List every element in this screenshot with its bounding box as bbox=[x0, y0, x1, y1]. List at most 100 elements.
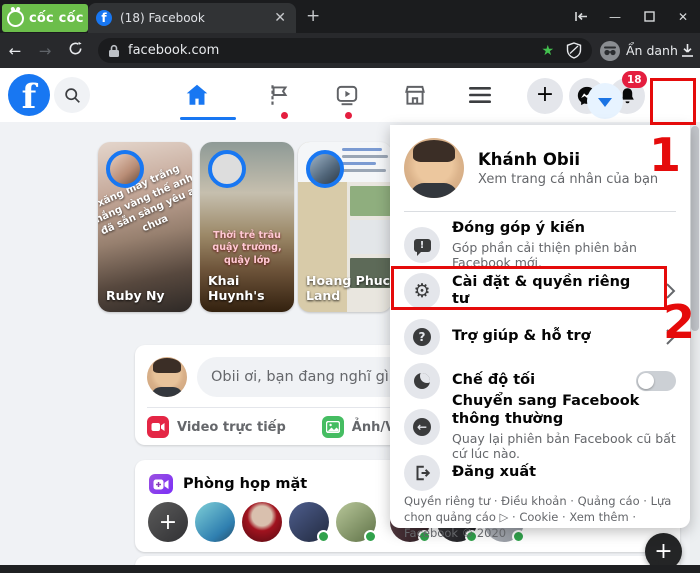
url-field[interactable]: facebook.com ★ bbox=[98, 38, 592, 63]
create-button[interactable]: + bbox=[527, 78, 563, 114]
account-menu-button[interactable] bbox=[587, 83, 623, 119]
story-photo-block bbox=[350, 220, 392, 254]
divider bbox=[404, 211, 676, 212]
annotation-number-2: 2 bbox=[663, 299, 695, 345]
browser-tab-facebook[interactable]: f (18) Facebook ✕ bbox=[88, 3, 296, 33]
menu-item-title: Chế độ tối bbox=[452, 372, 535, 389]
contact-avatar[interactable] bbox=[336, 502, 376, 542]
meeting-room-icon bbox=[149, 474, 173, 494]
facebook-header: f + 18 bbox=[0, 68, 700, 122]
plus-icon: + bbox=[654, 539, 672, 564]
watch-icon bbox=[334, 82, 360, 108]
menu-item-logout[interactable]: Đăng xuất bbox=[396, 453, 684, 493]
menu-item-switch-classic[interactable]: ← Chuyển sang Facebook thông thường Quay… bbox=[396, 403, 684, 451]
profile-subtitle: Xem trang cá nhân của bạn bbox=[478, 172, 658, 187]
nav-watch-tab[interactable] bbox=[319, 78, 375, 112]
menu-item-title: Đóng góp ý kiến bbox=[452, 220, 676, 237]
menu-item-title: Trợ giúp & hỗ trợ bbox=[452, 328, 591, 345]
reload-icon[interactable] bbox=[60, 41, 90, 60]
coc-coc-logo-icon bbox=[7, 10, 24, 27]
coc-coc-menu-button[interactable]: cốc cốc bbox=[2, 4, 88, 32]
plus-icon: + bbox=[536, 84, 554, 106]
bookmark-star-icon[interactable]: ★ bbox=[541, 43, 554, 59]
story-avatar bbox=[106, 150, 144, 188]
annotation-box-1 bbox=[650, 78, 696, 125]
incognito-button[interactable]: Ẩn danh bbox=[600, 38, 678, 63]
toggle-knob bbox=[638, 373, 654, 389]
browser-tab-bar: cốc cốc f (18) Facebook ✕ + — ✕ bbox=[0, 0, 700, 33]
adblock-shield-icon[interactable] bbox=[566, 42, 582, 59]
storefront-icon bbox=[402, 82, 428, 108]
nav-menu-tab[interactable] bbox=[452, 78, 508, 112]
new-tab-button[interactable]: + bbox=[306, 6, 320, 26]
online-dot bbox=[317, 530, 330, 543]
menu-item-title: Đăng xuất bbox=[452, 464, 536, 481]
menu-item-feedback[interactable]: ! Đóng góp ý kiến Góp phần cải thiện phi… bbox=[396, 221, 684, 269]
online-dot bbox=[364, 530, 377, 543]
lock-icon bbox=[108, 44, 120, 58]
menu-footer-links[interactable]: Quyền riêng tư · Điều khoản · Quảng cáo … bbox=[404, 493, 676, 541]
pages-notification-dot bbox=[281, 112, 288, 119]
create-room-plus-icon: + bbox=[148, 502, 188, 542]
story-author-name: Ruby Ny bbox=[106, 288, 165, 304]
story-author-name: Hoang Phuc Land bbox=[306, 273, 392, 304]
profile-name: Khánh Obii bbox=[478, 150, 658, 169]
story-caption: Thời trẻ trâu quậy trường, quậy lớp bbox=[204, 230, 290, 267]
facebook-logo[interactable]: f bbox=[8, 74, 50, 116]
user-avatar[interactable] bbox=[147, 357, 187, 397]
annotation-number-1: 1 bbox=[649, 132, 681, 178]
nav-marketplace-tab[interactable] bbox=[387, 78, 443, 112]
screenshot-root: cốc cốc f (18) Facebook ✕ + — ✕ ← → face… bbox=[0, 0, 700, 573]
download-icon[interactable] bbox=[680, 43, 695, 58]
window-controls: — ✕ bbox=[564, 0, 700, 33]
notification-badge: 18 bbox=[622, 71, 647, 88]
tab-close-icon[interactable]: ✕ bbox=[272, 10, 288, 26]
live-video-icon bbox=[147, 416, 169, 438]
profile-avatar bbox=[404, 138, 464, 198]
story-avatar bbox=[306, 150, 344, 188]
logout-icon bbox=[404, 455, 440, 491]
story-author-name: Khai Huynh's bbox=[208, 273, 294, 304]
forward-icon[interactable]: → bbox=[30, 42, 60, 60]
story-card-khai-huynh[interactable]: Thời trẻ trâu quậy trường, quậy lớp Khai… bbox=[200, 142, 294, 312]
menu-item-help[interactable]: ? Trợ giúp & hỗ trợ bbox=[396, 317, 684, 357]
chevron-down-icon bbox=[598, 98, 612, 107]
back-icon[interactable]: ← bbox=[0, 42, 30, 60]
close-window-icon[interactable]: ✕ bbox=[666, 0, 700, 33]
switch-back-icon: ← bbox=[404, 409, 440, 445]
dock-sidebar-icon[interactable] bbox=[564, 0, 598, 33]
tab-title: (18) Facebook bbox=[120, 11, 264, 25]
profile-menu-item[interactable]: Khánh Obii Xem trang cá nhân của bạn bbox=[404, 137, 676, 199]
contact-avatar[interactable] bbox=[242, 502, 282, 542]
search-icon bbox=[64, 87, 81, 104]
home-active-underline bbox=[180, 117, 236, 120]
annotation-box-2 bbox=[391, 266, 667, 310]
incognito-avatar-icon bbox=[600, 41, 620, 61]
hamburger-icon bbox=[468, 85, 492, 105]
account-dropdown-menu: Khánh Obii Xem trang cá nhân của bạn ! Đ… bbox=[390, 125, 690, 528]
url-text: facebook.com bbox=[128, 43, 541, 58]
story-photo-block bbox=[350, 186, 392, 216]
photo-video-icon bbox=[322, 416, 344, 438]
story-card-ruby-ny[interactable]: xăng may trắng nắng vàng thế anh đã sẵn … bbox=[98, 142, 192, 312]
contact-avatar[interactable] bbox=[289, 502, 329, 542]
menu-item-title: Chuyển sang Facebook thông thường bbox=[452, 393, 676, 428]
nav-pages-tab[interactable] bbox=[251, 78, 307, 112]
home-icon bbox=[184, 82, 210, 108]
nav-home-tab[interactable] bbox=[169, 78, 225, 112]
dark-mode-toggle[interactable] bbox=[636, 371, 676, 391]
meeting-room-title: Phòng họp mặt bbox=[183, 476, 307, 492]
story-avatar bbox=[208, 150, 246, 188]
taskbar-strip bbox=[0, 565, 700, 573]
coc-coc-brand-label: cốc cốc bbox=[29, 11, 84, 26]
maximize-window-icon[interactable] bbox=[632, 0, 666, 33]
live-video-button[interactable]: Video trực tiếp bbox=[147, 416, 286, 438]
minimize-window-icon[interactable]: — bbox=[598, 0, 632, 33]
help-icon: ? bbox=[404, 319, 440, 355]
contact-avatar[interactable] bbox=[195, 502, 235, 542]
story-card-hoang-phuc-land[interactable]: Hoang Phuc Land bbox=[298, 142, 392, 312]
browser-address-bar: ← → facebook.com ★ Ẩn danh bbox=[0, 33, 700, 68]
live-video-label: Video trực tiếp bbox=[177, 420, 286, 435]
search-button[interactable] bbox=[54, 77, 90, 113]
create-room-avatar[interactable]: + bbox=[148, 502, 188, 542]
